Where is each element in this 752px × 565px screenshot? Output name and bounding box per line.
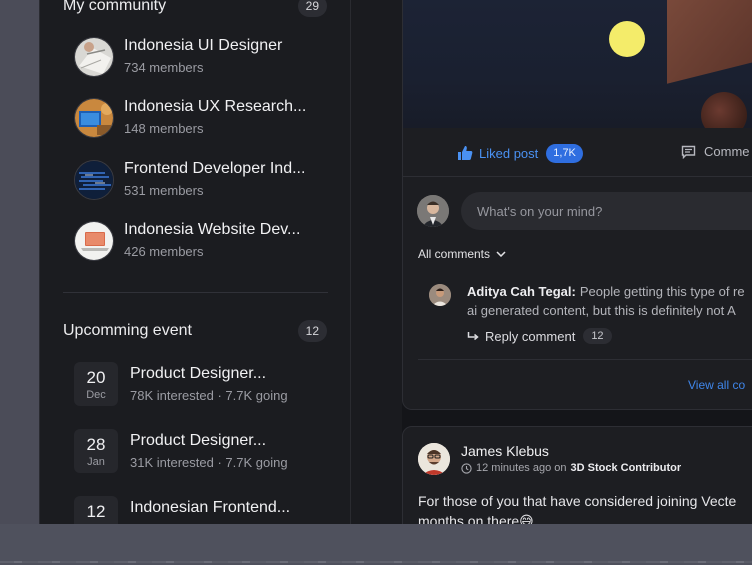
community-name: Frontend Developer Ind...	[124, 160, 306, 177]
author-avatar[interactable]	[418, 443, 450, 475]
event-date: 28 Jan	[74, 429, 118, 473]
view-all-comments-link[interactable]: View all co	[688, 378, 745, 392]
event-title: Product Designer...	[130, 432, 267, 449]
comment-text: Aditya Cah Tegal: People getting this typ…	[467, 282, 752, 320]
community-item[interactable]: Frontend Developer Ind... 531 members	[74, 160, 334, 204]
comment-divider	[418, 359, 752, 360]
comment-author[interactable]: Aditya Cah Tegal:	[467, 284, 576, 299]
post-body: For those of you that have considered jo…	[418, 491, 752, 524]
event-title: Indonesian Frontend...	[130, 499, 291, 516]
community-avatar	[74, 160, 114, 200]
event-day: 28	[86, 435, 106, 454]
community-avatar	[74, 37, 114, 77]
event-item[interactable]: 28 Jan Product Designer... 31K intereste…	[74, 429, 334, 475]
comment-line1: People getting this type of re	[579, 284, 745, 299]
post-card: Liked post 1,7K Comme All comments Adity	[402, 0, 752, 410]
chevron-down-icon	[496, 251, 506, 257]
comment: Aditya Cah Tegal: People getting this typ…	[429, 282, 752, 352]
events-title: Upcomming event	[63, 322, 192, 339]
post-body-line1: For those of you that have considered jo…	[418, 493, 737, 509]
event-month: Dec	[86, 389, 106, 401]
post-channel[interactable]: 3D Stock Contributor	[571, 462, 682, 474]
comment-composer	[403, 177, 752, 247]
community-members: 148 members	[124, 121, 204, 136]
event-date: 12	[74, 496, 118, 524]
clock-icon	[461, 462, 472, 474]
event-item[interactable]: 12 Indonesian Frontend...	[74, 496, 334, 524]
community-avatar	[74, 221, 114, 261]
comment-button[interactable]: Comme	[681, 144, 750, 159]
image-cylinder-shape	[701, 92, 747, 128]
community-members: 734 members	[124, 60, 204, 75]
community-count-badge: 29	[297, 0, 327, 17]
event-meta: 78K interested · 7.7K going	[130, 388, 288, 403]
all-comments-label: All comments	[418, 247, 491, 261]
comment-icon	[681, 145, 696, 159]
comment-label: Comme	[704, 144, 750, 159]
post-meta: 12 minutes ago on 3D Stock Contributor	[461, 462, 681, 474]
event-day: 12	[86, 502, 106, 521]
commenter-avatar	[429, 284, 451, 306]
event-meta: 31K interested · 7.7K going	[130, 455, 288, 470]
comment-line2: ai generated content, but this is defini…	[467, 303, 736, 318]
community-item[interactable]: Indonesia UI Designer 734 members	[74, 37, 334, 81]
event-day: 20	[86, 368, 106, 387]
community-name: Indonesia Website Dev...	[124, 221, 301, 238]
community-item[interactable]: Indonesia UX Research... 148 members	[74, 98, 334, 142]
event-date: 20 Dec	[74, 362, 118, 406]
feed-gutter	[351, 0, 402, 524]
like-button[interactable]: Liked post 1,7K	[457, 143, 583, 163]
event-item[interactable]: 20 Dec Product Designer... 78K intereste…	[74, 362, 334, 408]
section-divider	[63, 292, 328, 293]
user-avatar	[417, 195, 449, 227]
image-sun-shape	[609, 21, 645, 57]
reply-arrow-icon	[467, 331, 479, 340]
community-title: My community	[63, 0, 167, 14]
community-avatar	[74, 98, 114, 138]
comment-input[interactable]	[461, 192, 752, 230]
post-image[interactable]	[403, 0, 752, 128]
community-members: 426 members	[124, 244, 204, 259]
community-name: Indonesia UI Designer	[124, 37, 283, 54]
image-box-shape	[667, 0, 752, 84]
outer-frame-left	[0, 0, 40, 524]
thumbs-up-icon	[458, 146, 473, 160]
event-title: Product Designer...	[130, 365, 267, 382]
events-count-badge: 12	[297, 320, 327, 342]
community-name: Indonesia UX Research...	[124, 98, 307, 115]
community-item[interactable]: Indonesia Website Dev... 426 members	[74, 221, 334, 265]
like-label: Liked post	[479, 145, 539, 161]
post-body-line2: months on there😅	[418, 513, 534, 524]
reply-comment-button[interactable]: Reply comment 12	[467, 328, 612, 344]
outer-frame-bottom	[0, 524, 752, 565]
sidebar: My community 29 Indonesia UI Designer 73…	[40, 0, 351, 524]
post-time: 12 minutes ago on	[476, 462, 567, 474]
all-comments-dropdown[interactable]: All comments	[418, 247, 506, 261]
post-actions: Liked post 1,7K Comme	[403, 128, 752, 177]
author-name[interactable]: James Klebus	[461, 443, 549, 459]
reply-label: Reply comment	[485, 328, 576, 344]
feed: Liked post 1,7K Comme All comments Adity	[351, 0, 752, 524]
like-count-badge: 1,7K	[546, 143, 583, 163]
post-card: James Klebus 12 minutes ago on 3D Stock …	[402, 426, 752, 524]
reply-count-badge: 12	[583, 328, 612, 344]
community-members: 531 members	[124, 183, 204, 198]
event-month: Jan	[87, 456, 105, 468]
